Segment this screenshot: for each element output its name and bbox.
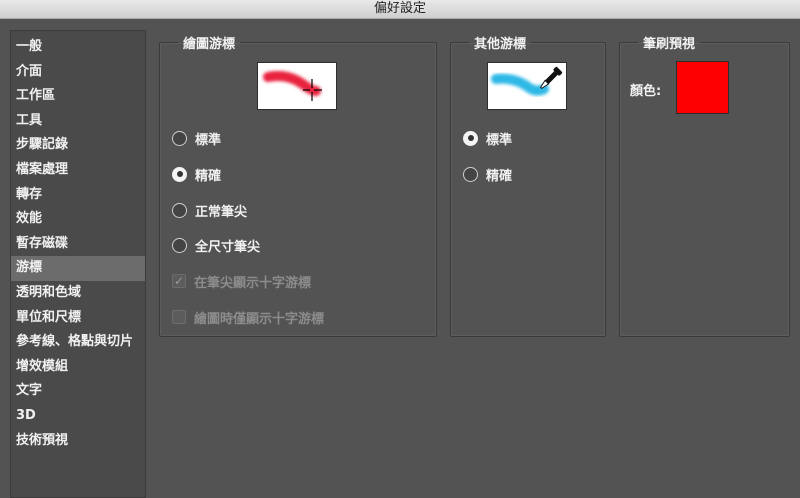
- sidebar-item-units-rulers[interactable]: 單位和尺標: [11, 306, 145, 331]
- checkbox[interactable]: ✓: [172, 274, 186, 288]
- option-label: 精確: [486, 168, 513, 184]
- sidebar-item-guides-grid-slices[interactable]: 參考線、格點與切片: [11, 330, 145, 355]
- painting-cursor-normal-tip-option[interactable]: 正常筆尖: [172, 200, 247, 220]
- radio-button[interactable]: [172, 166, 187, 182]
- other-cursor-standard-option[interactable]: 標準: [463, 128, 512, 148]
- other-cursor-precise-option[interactable]: 精確: [463, 164, 512, 184]
- sidebar-item-general[interactable]: 一般: [11, 35, 145, 60]
- painting-cursors-title: 繪圖游標: [183, 37, 236, 52]
- radio-button[interactable]: [172, 130, 187, 146]
- show-crosshair-in-tip-checkbox-row[interactable]: ✓ 在筆尖顯示十字游標: [172, 271, 311, 291]
- checkbox-label: 在筆尖顯示十字游標: [194, 275, 312, 291]
- option-label: 標準: [486, 132, 513, 148]
- radio-button[interactable]: [172, 202, 187, 218]
- sidebar-item-tools[interactable]: 工具: [11, 109, 145, 134]
- sidebar-item-transparency-gamut[interactable]: 透明和色域: [11, 281, 145, 306]
- painting-cursor-full-size-tip-option[interactable]: 全尺寸筆尖: [172, 235, 260, 255]
- sidebar-item-plugins[interactable]: 增效模組: [11, 355, 145, 380]
- other-cursors-title: 其他游標: [474, 37, 527, 52]
- painting-cursor-standard-option[interactable]: 標準: [172, 128, 221, 148]
- sidebar-item-history-log[interactable]: 步驟記錄: [11, 133, 145, 158]
- sidebar-item-file-handling[interactable]: 檔案處理: [11, 158, 145, 183]
- sidebar-item-interface[interactable]: 介面: [11, 60, 145, 85]
- sidebar-item-scratch-disks[interactable]: 暫存磁碟: [11, 232, 145, 257]
- sidebar-item-cursors[interactable]: 游標: [11, 256, 145, 281]
- sidebar-list: 一般 介面 工作區 工具 步驟記錄 檔案處理 轉存 效能 暫存磁碟 游標 透明和…: [11, 31, 145, 453]
- checkbox-label: 繪圖時僅顯示十字游標: [194, 311, 325, 327]
- painting-cursor-preview: [257, 62, 337, 110]
- sidebar-item-3d[interactable]: 3D: [11, 404, 145, 429]
- brush-crosshair-icon: [263, 71, 322, 101]
- option-label: 全尺寸筆尖: [195, 239, 261, 255]
- other-cursor-preview: [487, 62, 567, 110]
- radio-button[interactable]: [172, 237, 187, 253]
- window-title: 偏好設定: [373, 1, 426, 16]
- option-label: 正常筆尖: [195, 204, 248, 220]
- sidebar-item-type[interactable]: 文字: [11, 379, 145, 404]
- sidebar-item-technology-previews[interactable]: 技術預視: [11, 429, 145, 454]
- color-label: 顏色:: [630, 84, 662, 99]
- radio-button[interactable]: [463, 130, 478, 146]
- brush-preview-color-swatch[interactable]: [676, 61, 729, 114]
- only-crosshair-while-painting-checkbox-row[interactable]: 繪圖時僅顯示十字游標: [172, 307, 324, 327]
- sidebar-item-export[interactable]: 轉存: [11, 183, 145, 208]
- radio-button[interactable]: [463, 166, 478, 182]
- preferences-sidebar: 一般 介面 工作區 工具 步驟記錄 檔案處理 轉存 效能 暫存磁碟 游標 透明和…: [10, 30, 146, 498]
- option-label: 標準: [195, 132, 222, 148]
- checkbox[interactable]: [172, 310, 186, 324]
- sidebar-item-performance[interactable]: 效能: [11, 207, 145, 232]
- option-label: 精確: [195, 168, 222, 184]
- window-title-bar: 偏好設定: [0, 0, 800, 19]
- eyedropper-icon: [491, 66, 563, 96]
- brush-preview-title: 筆刷預視: [643, 37, 696, 52]
- sidebar-item-workspace[interactable]: 工作區: [11, 84, 145, 109]
- painting-cursor-precise-option[interactable]: 精確: [172, 164, 221, 184]
